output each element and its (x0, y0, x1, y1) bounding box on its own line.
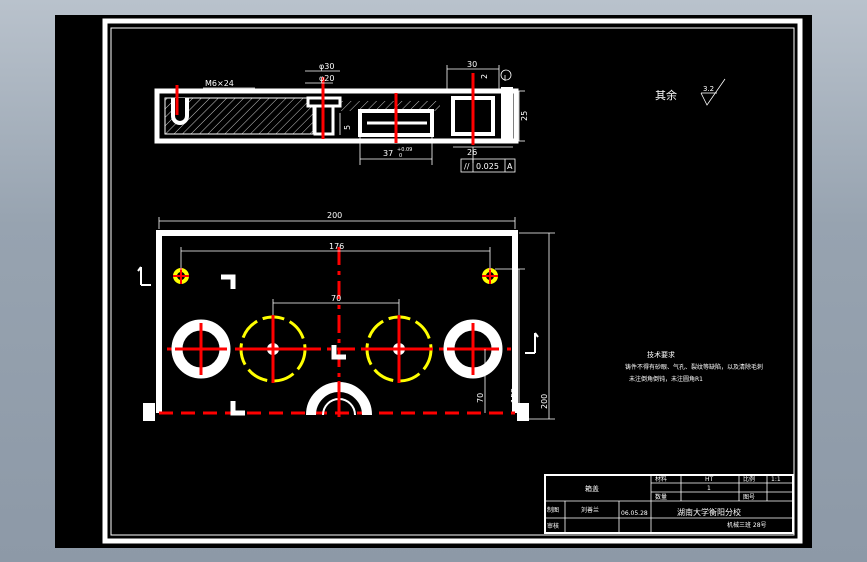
designer-label: 制图 (547, 506, 559, 514)
check-label: 审核 (547, 522, 559, 530)
left-foot (143, 403, 155, 421)
dim-200-horizontal: 200 (327, 211, 342, 220)
notes-line-1: 铸件不得有砂眼、气孔、裂纹等缺陷，以及清除毛刺 (625, 363, 763, 371)
dim-30-label: 30 (467, 60, 477, 69)
scale-label: 比例 (743, 475, 755, 483)
thread-hole (171, 98, 189, 125)
material-label: 材料 (655, 475, 667, 483)
dia-30-label: φ30 (319, 62, 334, 71)
roughness-symbol: 其余 3.2 (655, 78, 726, 106)
datum-circle (500, 69, 512, 81)
dim-152: 152 (510, 388, 519, 403)
section-marker-right (525, 332, 539, 354)
technical-notes: 技术要求 铸件不得有砂眼、气孔、裂纹等缺陷，以及清除毛刺 未注倒角倒钝，未注圆角… (625, 350, 763, 383)
dim-26-label: 26 (467, 148, 477, 157)
right-boss (501, 87, 513, 143)
roughness-label: 其余 (655, 88, 677, 102)
section-marker-left (137, 266, 151, 286)
title-block: 箱盖 材料 HT 比例 1:1 数量 1 图号 制图 刘善兰 审核 06.05.… (544, 474, 794, 534)
tolerance-lower: 0 (399, 153, 402, 159)
school-name: 湖南大学衡阳分校 (677, 507, 741, 517)
qty-value: 1 (707, 485, 711, 492)
section-view: // 0.025 A M6×24 φ30 φ20 30 2 25 26 5 37… (154, 60, 529, 173)
roughness-value: 3.2 (703, 85, 714, 93)
part-name: 箱盖 (585, 484, 599, 493)
dim-200-vertical: 200 (540, 394, 549, 409)
bracket-mark (221, 274, 236, 289)
notes-title: 技术要求 (647, 350, 675, 359)
parallel-value: 0.025 (476, 162, 499, 171)
bracket-mark (230, 401, 245, 416)
drawing-canvas: // 0.025 A M6×24 φ30 φ20 30 2 25 26 5 37… (102, 18, 803, 544)
dia-20-label: φ20 (319, 74, 334, 83)
geometric-tolerance-frame: // 0.025 A (460, 158, 516, 173)
designer-name: 刘善兰 (581, 506, 599, 514)
material-value: HT (705, 476, 714, 483)
parallel-symbol: // (464, 162, 470, 171)
dim-5-label: 5 (343, 125, 352, 130)
class-label: 机械三班 28号 (727, 521, 767, 529)
dim-2-label: 2 (480, 74, 489, 79)
drawing-no-label: 图号 (743, 494, 755, 501)
dim-70: 70 (331, 294, 341, 303)
dim-37-label: 37 (383, 149, 393, 158)
thread-label: M6×24 (205, 79, 234, 88)
drawing-date: 06.05.28 (621, 510, 648, 517)
scale-value: 1:1 (771, 476, 781, 483)
dim-70-vertical: 70 (476, 393, 485, 403)
dim-176: 176 (329, 242, 344, 251)
qty-label: 数量 (655, 493, 667, 501)
drawing-sheet: // 0.025 A M6×24 φ30 φ20 30 2 25 26 5 37… (55, 15, 812, 548)
plan-view: 200 176 70 200 152 70 (137, 211, 555, 421)
cad-viewport: // 0.025 A M6×24 φ30 φ20 30 2 25 26 5 37… (0, 0, 867, 562)
dim-25-label: 25 (520, 111, 529, 121)
notes-line-2: 未注倒角倒钝，未注圆角R1 (629, 375, 703, 383)
datum-label: A (507, 162, 513, 171)
